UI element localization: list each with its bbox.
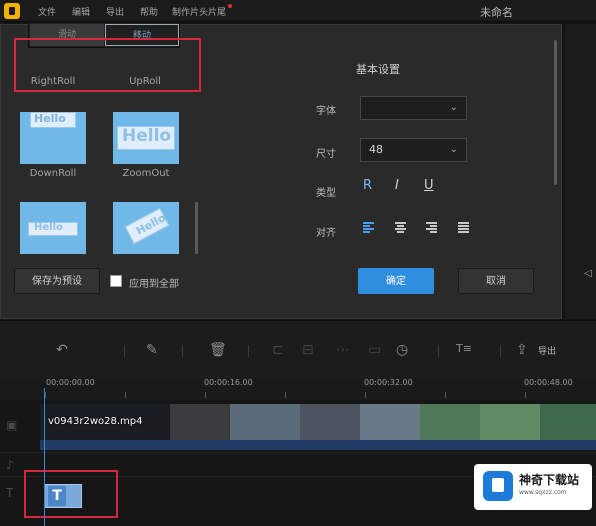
clip-frame	[230, 404, 300, 440]
tick	[365, 392, 366, 398]
edit-toolbar	[0, 320, 596, 378]
tick	[285, 392, 286, 398]
notification-dot	[228, 4, 232, 8]
toolbar-divider	[182, 345, 183, 357]
anim-label-zoomout: ZoomOut	[122, 168, 170, 179]
save-preset-button[interactable]: 保存为预设	[14, 268, 100, 294]
font-label: 字体	[316, 106, 336, 117]
clip-frame	[300, 404, 360, 440]
apply-all-checkbox[interactable]	[110, 275, 122, 287]
tick-label: 00:00:00.00	[46, 378, 95, 387]
menubar: 文件 编辑 导出 帮助 制作片头片尾 未命名	[0, 0, 596, 22]
ok-button[interactable]: 确定	[358, 268, 434, 294]
clip-frame	[540, 404, 596, 440]
anim-thumb-3[interactable]: Hello	[20, 202, 86, 254]
menu-help[interactable]: 帮助	[140, 5, 158, 18]
align-left-icon[interactable]	[363, 222, 374, 233]
undo-icon[interactable]: ↶	[56, 342, 68, 358]
toolbar-divider	[248, 345, 249, 357]
cancel-button[interactable]: 取消	[458, 268, 534, 294]
watermark-site: www.sqxzz.com	[519, 489, 567, 496]
menu-intro-outro[interactable]: 制作片头片尾	[172, 5, 226, 18]
menu-edit[interactable]: 编辑	[72, 5, 90, 18]
chevron-left-icon[interactable]: ◁	[584, 268, 592, 279]
underline-style-button[interactable]: U	[424, 178, 434, 193]
chevron-down-icon: ⌄	[449, 144, 458, 155]
tick	[125, 392, 126, 398]
align-right-icon[interactable]	[426, 222, 437, 233]
export-icon[interactable]: ⇪	[516, 342, 528, 358]
clip-frame	[360, 404, 420, 440]
clip-frame	[170, 404, 230, 440]
font-select[interactable]: ⌄	[360, 96, 467, 120]
tick	[45, 392, 46, 398]
regular-style-button[interactable]: R	[363, 178, 372, 193]
menu-export[interactable]: 导出	[106, 5, 124, 18]
clip-frame	[480, 404, 540, 440]
align-justify-icon[interactable]	[458, 222, 469, 233]
video-track-icon: ▣	[6, 418, 18, 432]
anim-thumb-4[interactable]: Hello	[113, 202, 179, 254]
window-title: 未命名	[480, 6, 513, 19]
toolbar-divider	[438, 345, 439, 357]
text-track-icon: T	[6, 486, 14, 500]
tick-label: 00:00:48.00	[524, 378, 573, 387]
tick	[525, 392, 526, 398]
settings-scrollbar[interactable]	[554, 40, 557, 185]
export-label[interactable]: 导出	[538, 344, 556, 357]
download-site-logo-icon	[483, 471, 513, 501]
mosaic-icon[interactable]: ⋯	[336, 342, 350, 358]
video-clip-name: v0943r2wo28.mp4	[48, 416, 143, 427]
menu-file[interactable]: 文件	[38, 5, 56, 18]
toolbar-divider	[124, 345, 125, 357]
toolbar-divider	[500, 345, 501, 357]
align-center-icon[interactable]	[395, 222, 406, 233]
speed-icon[interactable]: ▭	[368, 342, 381, 358]
app-logo-icon	[4, 3, 20, 19]
highlight-box-text-clip	[24, 470, 118, 518]
tick	[445, 392, 446, 398]
align-label: 对齐	[316, 228, 336, 239]
audio-waveform[interactable]	[40, 440, 596, 450]
tick	[205, 392, 206, 398]
timer-icon[interactable]: ◷	[396, 342, 408, 358]
crop-icon[interactable]: ⊏	[272, 342, 284, 358]
highlight-box-toggle	[14, 38, 201, 92]
chevron-down-icon: ⌄	[449, 102, 458, 113]
delete-icon[interactable]: 🗑	[209, 342, 227, 358]
tick-label: 00:00:32.00	[364, 378, 413, 387]
settings-title: 基本设置	[356, 63, 400, 76]
size-label: 尺寸	[316, 149, 336, 160]
size-select[interactable]: 48 ⌄	[360, 138, 467, 162]
animations-scrollbar[interactable]	[195, 202, 198, 254]
anim-label-downroll: DownRoll	[29, 168, 77, 179]
style-label: 类型	[316, 188, 336, 199]
apply-all-label: 应用到全部	[129, 279, 179, 290]
audio-track-icon: ♪	[6, 458, 14, 472]
anim-thumb-downroll[interactable]: Hello	[20, 112, 86, 164]
text-voice-icon[interactable]: T≡	[456, 342, 472, 355]
split-icon[interactable]: ⊟	[302, 342, 314, 358]
anim-thumb-zoomout[interactable]: Hello	[113, 112, 179, 164]
playhead[interactable]	[44, 388, 45, 526]
italic-style-button[interactable]: I	[395, 178, 399, 193]
clip-frame	[420, 404, 480, 440]
track-divider	[0, 452, 596, 453]
pen-icon[interactable]: ✎	[146, 342, 158, 358]
watermark-name: 神奇下载站	[519, 473, 580, 487]
tick-label: 00:00:16.00	[204, 378, 253, 387]
